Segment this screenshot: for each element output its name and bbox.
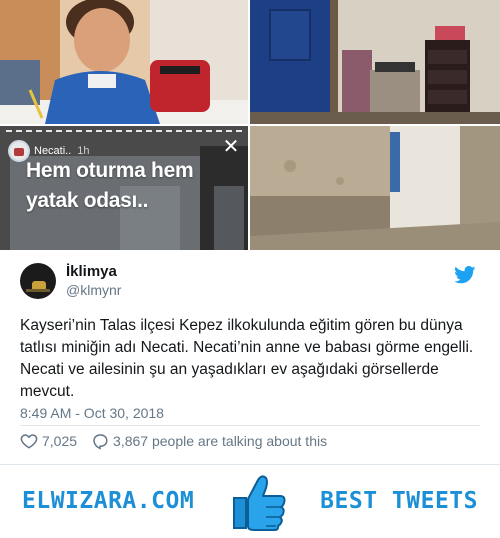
close-icon: ✕ [222, 136, 240, 158]
tweet-author[interactable]: İklimya @klmynr [20, 263, 121, 299]
like-count: 7,025 [42, 433, 78, 449]
story-caption: Hem oturma hem yatak odası.. [26, 159, 194, 212]
thumbs-up-icon [233, 475, 286, 531]
conversation-button[interactable]: 3,867 people are talking about this [91, 432, 327, 450]
divider [20, 425, 480, 426]
best-tweets-label: BEST TWEETS [320, 488, 478, 514]
avatar[interactable] [20, 263, 56, 299]
talking-count: 3,867 people are talking about this [113, 433, 328, 449]
heart-icon [20, 434, 38, 449]
author-names: İklimya @klmynr [66, 263, 121, 299]
display-name[interactable]: İklimya [66, 263, 121, 281]
story-progress-bar [6, 130, 242, 132]
tweet-media-grid: Necati.. 1h ✕ Hem oturma hem yatak odası… [0, 0, 500, 250]
comment-icon [93, 434, 108, 450]
photo-room-with-blue-door[interactable] [250, 0, 500, 124]
tweet-timestamp[interactable]: 8:49 AM - Oct 30, 2018 [20, 405, 164, 421]
card-border [0, 464, 500, 465]
photo-house-exterior[interactable] [250, 126, 500, 250]
photo-boy-in-classroom[interactable] [0, 0, 248, 124]
photo-instagram-story[interactable]: Necati.. 1h ✕ Hem oturma hem yatak odası… [0, 126, 248, 250]
site-name: ELWIZARA.COM [22, 488, 195, 514]
like-button[interactable]: 7,025 [20, 432, 77, 450]
footer-banner: ELWIZARA.COM BEST TWEETS [0, 466, 500, 538]
tweet-actions: 7,025 3,867 people are talking about thi… [20, 432, 327, 450]
twitter-bird-icon[interactable] [454, 266, 476, 284]
user-handle[interactable]: @klmynr [66, 281, 121, 299]
tweet-text: Kayseri’nin Talas ilçesi Kepez ilkokulun… [20, 317, 474, 400]
